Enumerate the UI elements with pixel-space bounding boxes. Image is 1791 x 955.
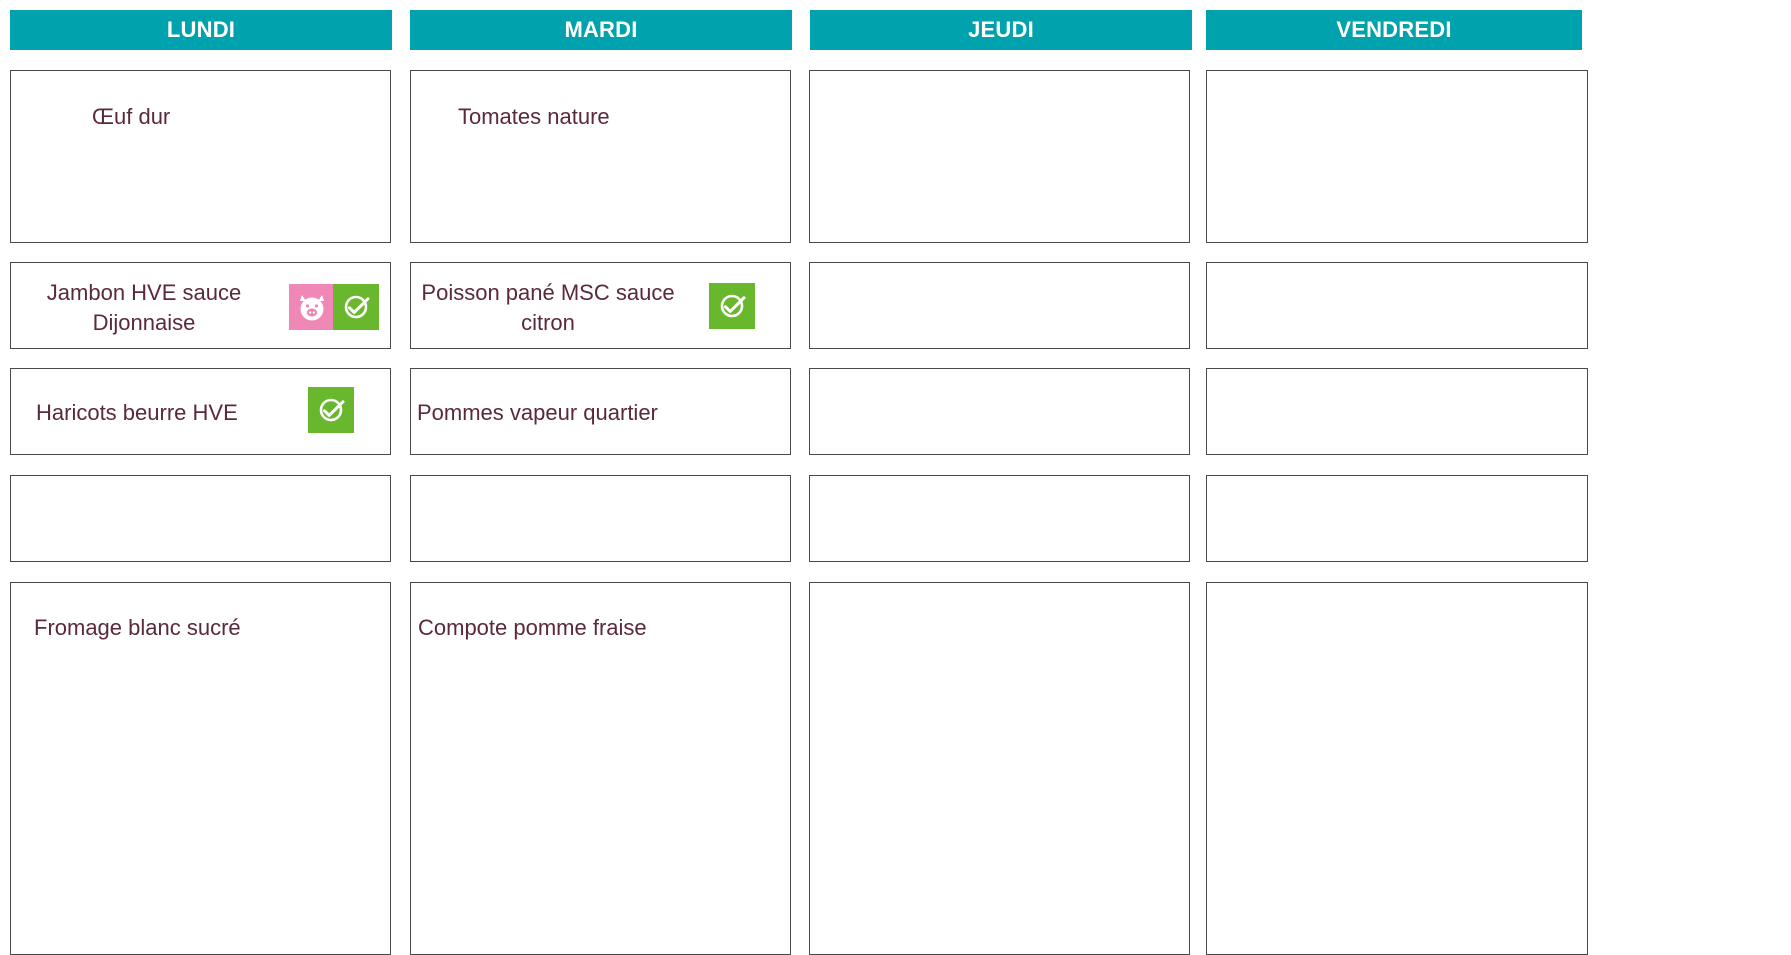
menu-item-mardi-accompagnement: Pommes vapeur quartier [417,400,658,425]
menu-cell-vendredi-entree [1206,70,1588,243]
menu-cell-lundi-dessert: Fromage blanc sucré [10,582,391,955]
menu-cell-lundi-laitage [10,475,391,562]
menu-cell-lundi-entree: Œuf dur [10,70,391,243]
menu-cell-lundi-accompagnement: Haricots beurre HVE [10,368,391,455]
menu-cell-jeudi-accompagnement [809,368,1190,455]
day-header-lundi: LUNDI [10,10,392,50]
menu-cell-jeudi-entree [809,70,1190,243]
pig-icon [289,284,335,330]
check-icon [333,284,379,330]
menu-cell-mardi-entree: Tomates nature [410,70,791,243]
check-icon [308,387,354,433]
menu-item-mardi-plat-line-1: Poisson pané MSC sauce [421,280,675,305]
menu-cell-jeudi-plat [809,262,1190,349]
day-header-jeudi: JEUDI [810,10,1192,50]
menu-cell-vendredi-plat [1206,262,1588,349]
menu-item-lundi-plat-line-2: Dijonnaise [92,310,196,335]
menu-item-lundi-dessert: Fromage blanc sucré [34,615,241,640]
menu-cell-mardi-accompagnement: Pommes vapeur quartier [410,368,791,455]
weekly-menu: LUNDI MARDI JEUDI VENDREDI Œuf dur Jambo… [0,0,1791,955]
menu-cell-mardi-plat: Poisson pané MSC sauce citron [410,262,791,349]
menu-cell-mardi-dessert: Compote pomme fraise [410,582,791,955]
day-header-mardi: MARDI [410,10,792,50]
check-icon [709,283,755,329]
menu-cell-vendredi-laitage [1206,475,1588,562]
menu-item-lundi-entree: Œuf dur [92,104,171,129]
menu-cell-mardi-laitage [410,475,791,562]
menu-item-lundi-plat-line-1: Jambon HVE sauce [46,280,242,305]
menu-item-mardi-plat-line-2: citron [521,310,575,335]
menu-cell-vendredi-accompagnement [1206,368,1588,455]
menu-item-mardi-entree: Tomates nature [458,104,610,129]
menu-item-mardi-dessert: Compote pomme fraise [418,615,647,640]
menu-cell-vendredi-dessert [1206,582,1588,955]
menu-cell-jeudi-dessert [809,582,1190,955]
menu-item-lundi-accompagnement: Haricots beurre HVE [36,400,238,425]
menu-cell-jeudi-laitage [809,475,1190,562]
menu-cell-lundi-plat: Jambon HVE sauce Dijonnaise [10,262,391,349]
day-header-vendredi: VENDREDI [1206,10,1582,50]
